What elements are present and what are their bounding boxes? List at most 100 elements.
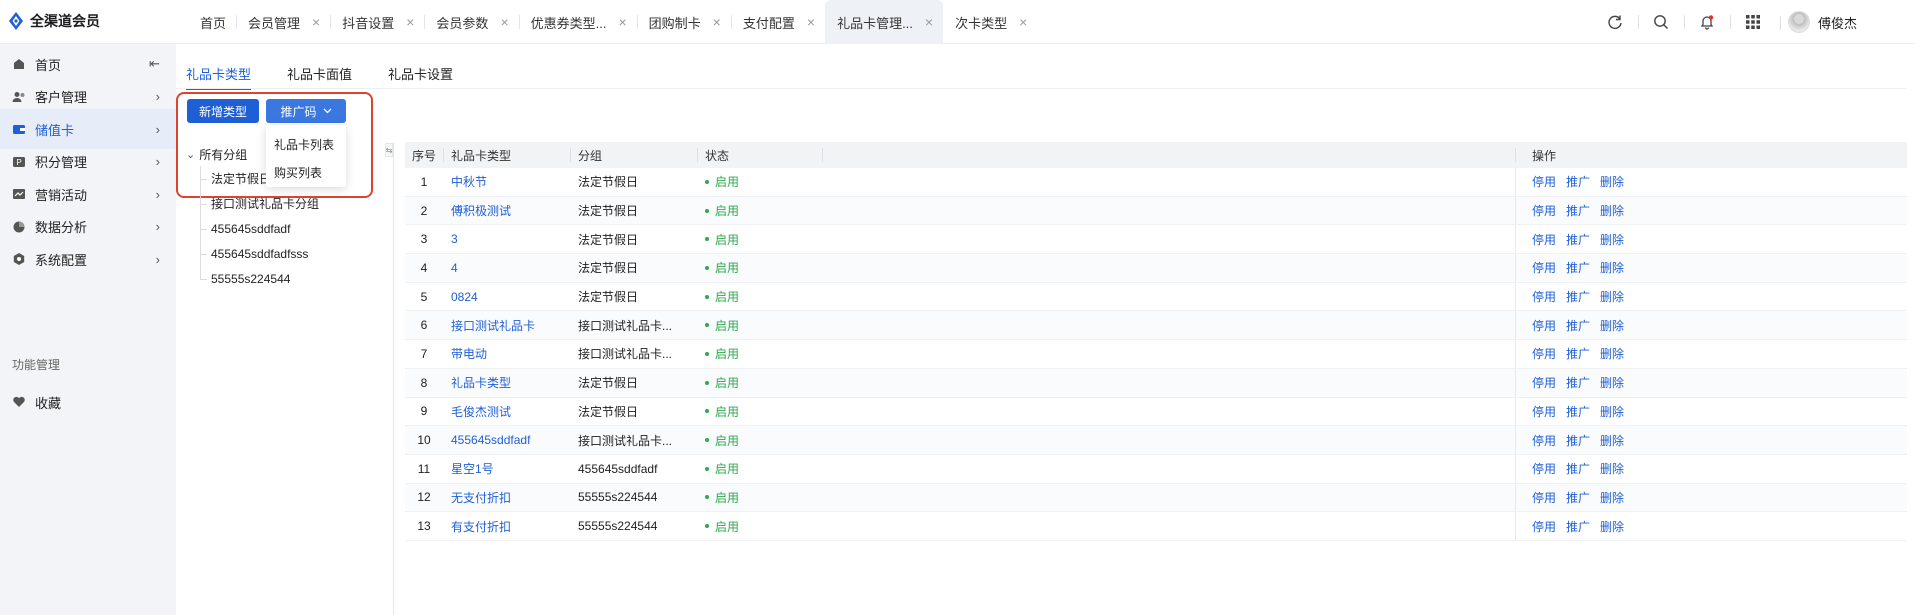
- promo-menu-item-0[interactable]: 礼品卡列表: [266, 130, 346, 158]
- delete-link[interactable]: 删除: [1600, 489, 1624, 506]
- tab-3[interactable]: 会员参数 ×: [424, 0, 518, 44]
- tab-4[interactable]: 优惠券类型... ×: [518, 0, 637, 44]
- close-icon[interactable]: ×: [500, 14, 508, 30]
- delete-link[interactable]: 删除: [1600, 518, 1624, 535]
- delete-link[interactable]: 删除: [1600, 259, 1624, 276]
- disable-link[interactable]: 停用: [1532, 259, 1556, 276]
- close-icon[interactable]: ×: [925, 14, 933, 30]
- row-name-link[interactable]: 中秋节: [443, 168, 570, 196]
- tab-0[interactable]: 首页: [188, 0, 236, 44]
- disable-link[interactable]: 停用: [1532, 489, 1556, 506]
- disable-link[interactable]: 停用: [1532, 518, 1556, 535]
- refresh-icon[interactable]: [1592, 10, 1638, 34]
- delete-link[interactable]: 删除: [1600, 202, 1624, 219]
- promote-link[interactable]: 推广: [1566, 518, 1590, 535]
- row-name-link[interactable]: 无支付折扣: [443, 484, 570, 512]
- tab-8[interactable]: 次卡类型 ×: [943, 0, 1037, 44]
- disable-link[interactable]: 停用: [1532, 345, 1556, 362]
- subtab-0[interactable]: 礼品卡类型: [186, 64, 252, 90]
- chevron-right-icon[interactable]: ›: [156, 252, 160, 267]
- delete-link[interactable]: 删除: [1600, 432, 1624, 449]
- row-name-link[interactable]: 0824: [443, 283, 570, 311]
- disable-link[interactable]: 停用: [1532, 231, 1556, 248]
- row-name-link[interactable]: 礼品卡类型: [443, 369, 570, 397]
- close-icon[interactable]: ×: [406, 14, 414, 30]
- status-dot-icon: [705, 179, 709, 184]
- row-name-link[interactable]: 带电动: [443, 340, 570, 368]
- row-name-link[interactable]: 毛俊杰测试: [443, 398, 570, 426]
- tab-2[interactable]: 抖音设置 ×: [330, 0, 424, 44]
- search-icon[interactable]: [1637, 10, 1684, 34]
- add-type-button[interactable]: 新增类型: [187, 99, 259, 123]
- chevron-down-icon[interactable]: ⌄: [186, 148, 195, 161]
- delete-link[interactable]: 删除: [1600, 317, 1624, 334]
- row-name-link[interactable]: 傅积极测试: [443, 197, 570, 225]
- tab-1[interactable]: 会员管理 ×: [236, 0, 330, 44]
- row-name-link[interactable]: 接口测试礼品卡: [443, 311, 570, 339]
- promo-menu-item-1[interactable]: 购买列表: [266, 158, 346, 186]
- delete-link[interactable]: 删除: [1600, 173, 1624, 190]
- close-icon[interactable]: ×: [1019, 14, 1027, 30]
- disable-link[interactable]: 停用: [1532, 374, 1556, 391]
- disable-link[interactable]: 停用: [1532, 202, 1556, 219]
- close-icon[interactable]: ×: [713, 14, 721, 30]
- app-grid-icon[interactable]: [1729, 10, 1776, 34]
- row-actions: 停用 推广 删除: [1524, 455, 1644, 483]
- disable-link[interactable]: 停用: [1532, 317, 1556, 334]
- row-name-link[interactable]: 有支付折扣: [443, 512, 570, 540]
- sidebar-item-favorites[interactable]: 收藏: [0, 382, 176, 422]
- collapse-sidebar-icon[interactable]: ⇤: [149, 56, 160, 72]
- delete-link[interactable]: 删除: [1600, 374, 1624, 391]
- promote-link[interactable]: 推广: [1566, 345, 1590, 362]
- app-logo[interactable]: 全渠道会员: [8, 11, 100, 31]
- chevron-right-icon[interactable]: ›: [156, 154, 160, 169]
- chevron-right-icon[interactable]: ›: [156, 219, 160, 234]
- close-icon[interactable]: ×: [807, 14, 815, 30]
- subtab-2[interactable]: 礼品卡设置: [388, 64, 453, 90]
- close-icon[interactable]: ×: [618, 14, 626, 30]
- chevron-right-icon[interactable]: ›: [156, 122, 160, 137]
- promote-link[interactable]: 推广: [1566, 374, 1590, 391]
- promote-link[interactable]: 推广: [1566, 173, 1590, 190]
- row-name-link[interactable]: 4: [443, 254, 570, 282]
- promote-link[interactable]: 推广: [1566, 288, 1590, 305]
- promote-link[interactable]: 推广: [1566, 403, 1590, 420]
- delete-link[interactable]: 删除: [1600, 288, 1624, 305]
- tree-node[interactable]: 55555s224544: [186, 266, 386, 291]
- promote-link[interactable]: 推广: [1566, 432, 1590, 449]
- subtab-1[interactable]: 礼品卡面值: [287, 64, 352, 90]
- sidebar-item-6[interactable]: 系统配置 ›: [0, 239, 176, 279]
- disable-link[interactable]: 停用: [1532, 460, 1556, 477]
- disable-link[interactable]: 停用: [1532, 432, 1556, 449]
- promote-link[interactable]: 推广: [1566, 317, 1590, 334]
- promote-link[interactable]: 推广: [1566, 202, 1590, 219]
- promote-link[interactable]: 推广: [1566, 489, 1590, 506]
- disable-link[interactable]: 停用: [1532, 403, 1556, 420]
- delete-link[interactable]: 删除: [1600, 460, 1624, 477]
- row-name-link[interactable]: 3: [443, 225, 570, 253]
- tree-node[interactable]: 接口测试礼品卡分组: [186, 191, 386, 216]
- tab-7[interactable]: 礼品卡管理... ×: [825, 0, 944, 44]
- close-icon[interactable]: ×: [312, 14, 320, 30]
- chevron-right-icon[interactable]: ›: [156, 187, 160, 202]
- delete-link[interactable]: 删除: [1600, 345, 1624, 362]
- chevron-right-icon[interactable]: ›: [156, 89, 160, 104]
- disable-link[interactable]: 停用: [1532, 288, 1556, 305]
- row-name-link[interactable]: 455645sddfadf: [443, 426, 570, 454]
- user-menu[interactable]: 傅俊杰: [1779, 11, 1857, 33]
- promote-link[interactable]: 推广: [1566, 259, 1590, 276]
- delete-link[interactable]: 删除: [1600, 403, 1624, 420]
- tree-node[interactable]: 455645sddfadf: [186, 216, 386, 241]
- tab-5[interactable]: 团购制卡 ×: [636, 0, 731, 44]
- splitter-handle-icon[interactable]: ⇆: [385, 143, 393, 157]
- delete-link[interactable]: 删除: [1600, 231, 1624, 248]
- tree-node[interactable]: 455645sddfadfsss: [186, 241, 386, 266]
- panel-splitter[interactable]: [393, 142, 394, 615]
- row-name-link[interactable]: 星空1号: [443, 455, 570, 483]
- disable-link[interactable]: 停用: [1532, 173, 1556, 190]
- tab-6[interactable]: 支付配置 ×: [730, 0, 825, 44]
- notification-bell-icon[interactable]: [1683, 10, 1730, 34]
- promo-code-button[interactable]: 推广码: [266, 99, 346, 123]
- promote-link[interactable]: 推广: [1566, 460, 1590, 477]
- promote-link[interactable]: 推广: [1566, 231, 1590, 248]
